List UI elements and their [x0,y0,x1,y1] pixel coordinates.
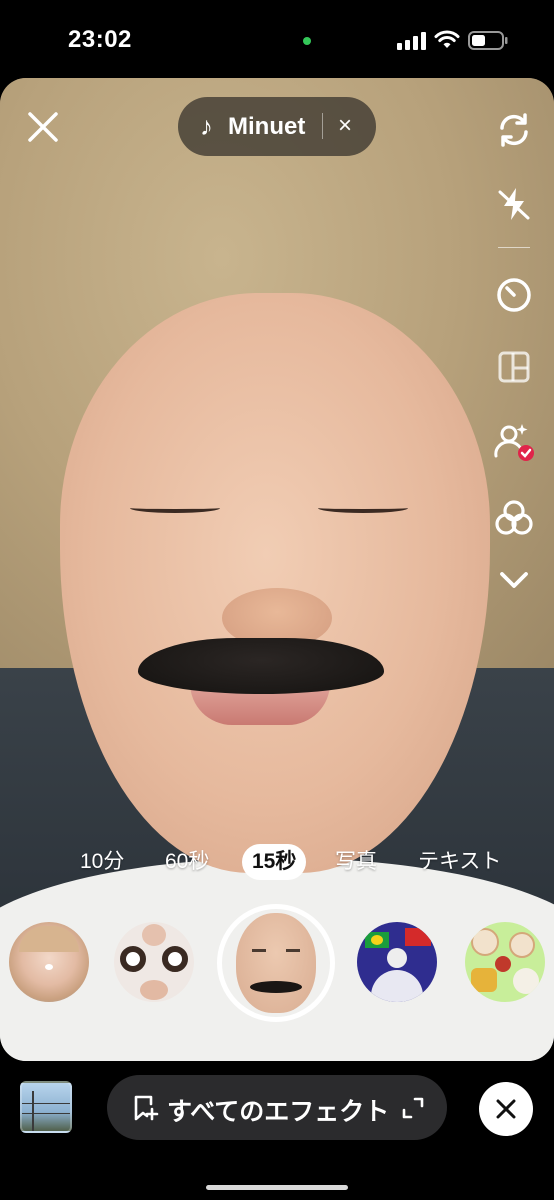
flag-right [405,928,431,946]
tab-10min[interactable]: 10分 [80,844,124,880]
tab-photo[interactable]: 写真 [335,844,377,880]
close-icon [496,1099,516,1119]
bookmark-add-icon [134,1095,159,1121]
figure-body [371,970,423,1002]
status-bar: 23:02 [0,0,554,80]
beauty-filter-icon[interactable] [492,496,536,540]
capture-mode-tabs: 10分 60秒 15秒 写真 テキスト [0,838,554,882]
face-with-effect [60,293,490,873]
remove-sound-button[interactable]: × [338,112,352,140]
sound-title: Minuet [228,113,306,140]
layout-icon[interactable] [492,345,536,389]
cellular-signal-icon [397,32,427,50]
thumb-eye-left [252,949,266,952]
food-item-1 [471,928,499,956]
thumb-mustache [250,981,302,993]
face-effect-thumbnail[interactable] [9,922,89,1002]
home-indicator[interactable] [206,1185,348,1190]
big-eye-left [120,946,146,972]
right-eye [318,503,408,513]
flags-ball-effect-thumbnail[interactable] [357,922,437,1002]
gallery-upload-button[interactable] [20,1081,72,1133]
pole-line [32,1091,34,1131]
rail-divider [498,247,530,248]
face-small-bottom [140,980,168,1000]
mustache-bald-effect-thumbnail[interactable] [217,904,335,1022]
all-effects-label: すべてのエフェクト [167,1098,390,1126]
ball-shape [387,948,407,968]
all-effects-button[interactable]: すべてのエフェクト [107,1075,447,1140]
mustache-overlay [138,638,384,694]
left-eye [130,503,220,513]
status-time: 23:02 [68,26,132,53]
wire-line [22,1103,70,1104]
thumb-eye-right [286,949,300,952]
food-item-2 [509,932,535,958]
tab-15sec[interactable]: 15秒 [242,844,307,880]
big-eyes-effect-thumbnail[interactable] [114,922,194,1002]
sound-divider [322,113,323,139]
close-icon[interactable] [26,110,60,144]
more-chevron-icon[interactable] [492,558,536,602]
flash-off-icon[interactable] [492,182,536,226]
wifi-icon [434,30,460,48]
expand-icon [402,1097,424,1119]
flag-left-center [371,935,383,945]
battery-icon [468,31,508,50]
tab-60sec[interactable]: 60秒 [165,844,209,880]
timer-icon[interactable] [492,272,536,316]
food-item-5 [513,968,539,994]
close-effects-button[interactable] [479,1082,533,1136]
wire-line-2 [22,1113,70,1114]
food-item-4 [471,968,497,992]
music-note-icon: ♪ [200,111,213,141]
big-eye-right [162,946,188,972]
camera-in-use-indicator [303,37,311,45]
collab-check-icon[interactable] [492,420,536,464]
add-sound-button[interactable]: ♪ Minuet × [178,97,376,156]
tab-text[interactable]: テキスト [418,844,501,880]
bald-face [236,913,316,1013]
face-small [142,924,166,946]
hair-shape [19,926,79,952]
food-item-3 [495,956,511,972]
food-effect-thumbnail[interactable] [465,922,545,1002]
flip-camera-icon[interactable] [492,108,536,152]
nose-dot [45,964,53,970]
